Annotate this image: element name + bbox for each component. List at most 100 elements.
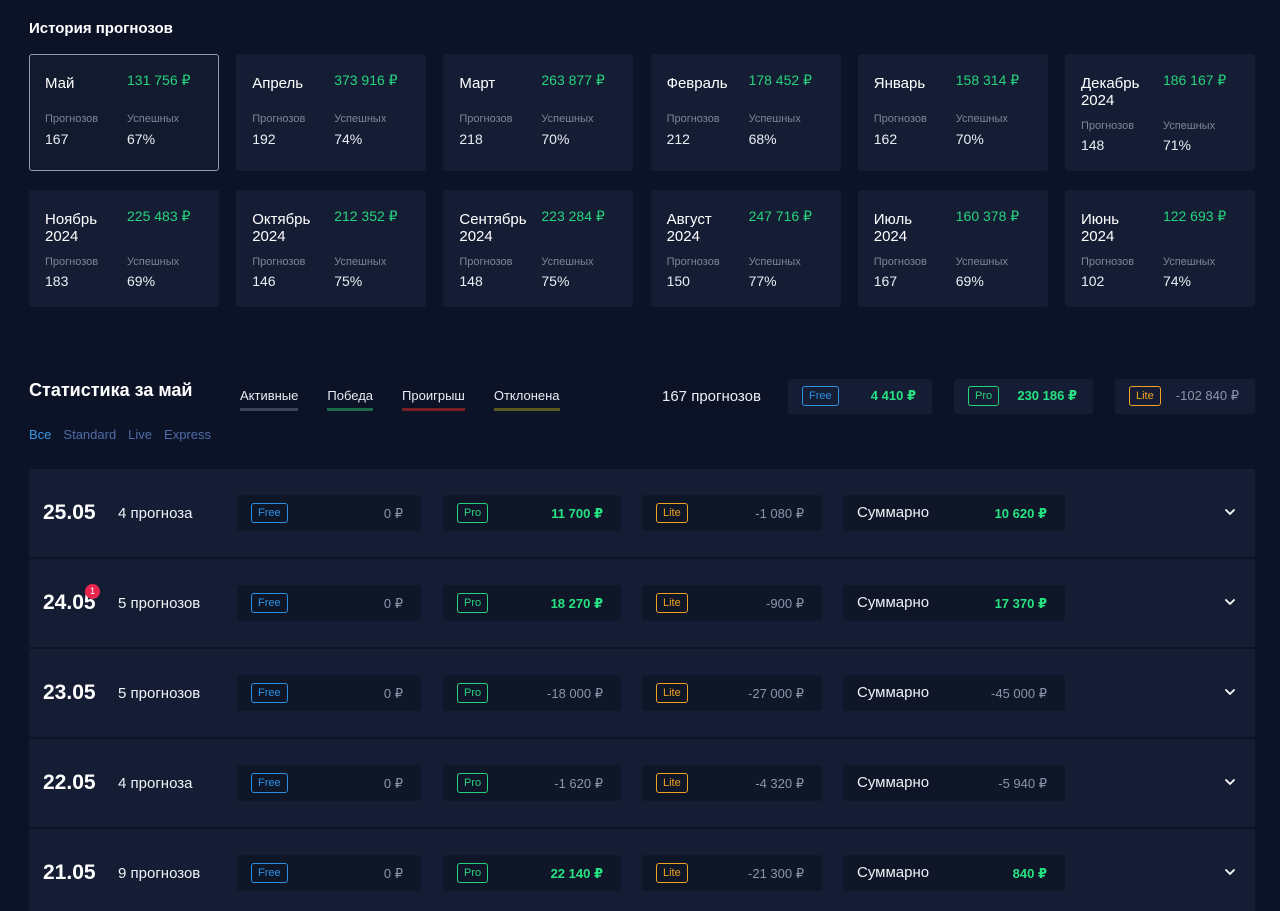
success-label: Успешных (748, 256, 801, 268)
month-name: Декабрь 2024 (1080, 75, 1140, 109)
lite-amount: -1 080 ₽ (755, 506, 804, 521)
month-card[interactable]: Ноябрь 2024 225 483 ₽ Прогнозов Успешных 183… (29, 190, 219, 307)
month-card[interactable]: Сентябрь 2024 223 284 ₽ Прогнозов Успешных 1… (443, 190, 634, 307)
status-filter[interactable]: Победа (327, 388, 374, 411)
month-amount: 158 314 ₽ (955, 72, 1020, 88)
day-forecast-count: 9 прогнозов (118, 865, 201, 882)
summary-lite-amount: -102 840 ₽ (1175, 388, 1239, 403)
lite-result: Lite -21 300 ₽ (642, 855, 822, 891)
total-label: Суммарно (857, 774, 930, 791)
month-card[interactable]: Октябрь 2024 212 352 ₽ Прогнозов Успешных 14… (236, 190, 427, 307)
forecasts-value: 146 (252, 273, 276, 289)
month-card[interactable]: Август 2024 247 716 ₽ Прогнозов Успешных 150… (650, 190, 841, 307)
total-result: Суммарно -45 000 ₽ (843, 675, 1065, 711)
summary-lite: Lite -102 840 ₽ (1115, 379, 1255, 414)
forecasts-label: Прогнозов (459, 256, 513, 268)
free-result: Free 0 ₽ (237, 495, 421, 531)
free-amount: 0 ₽ (383, 776, 403, 791)
pro-amount: -1 620 ₽ (554, 776, 603, 791)
total-label: Суммарно (857, 864, 930, 881)
day-row[interactable]: 21.05 9 прогнозов Free 0 ₽ Pro 22 140 ₽ Lite -2… (29, 829, 1255, 911)
month-card[interactable]: Июль 2024 160 378 ₽ Прогнозов Успешных 167 69… (857, 190, 1048, 307)
day-row[interactable]: 22.05 4 прогноза Free 0 ₽ Pro -1 620 ₽ Lite -4 … (29, 739, 1255, 827)
total-amount: 10 620 ₽ (994, 506, 1047, 521)
forecast-count: 167 прогнозов (662, 388, 761, 405)
free-result: Free 0 ₽ (237, 585, 421, 621)
chevron-down-icon[interactable] (1223, 865, 1237, 879)
day-row[interactable]: 23.05 5 прогнозов Free 0 ₽ Pro -18 000 ₽ Lite -… (29, 649, 1255, 737)
status-filter[interactable]: Проигрыш (402, 388, 465, 411)
success-label: Успешных (955, 256, 1008, 268)
free-badge: Free (251, 773, 288, 793)
month-amount: 186 167 ₽ (1162, 72, 1227, 88)
total-result: Суммарно 840 ₽ (843, 855, 1065, 891)
pro-badge: Pro (457, 773, 489, 793)
status-filter[interactable]: Отклонена (493, 388, 560, 411)
tab-standard[interactable]: Standard (63, 427, 116, 442)
summary-free-amount: 4 410 ₽ (870, 388, 916, 403)
success-value: 68% (748, 131, 777, 147)
chevron-down-icon[interactable] (1223, 595, 1237, 609)
pro-result: Pro -1 620 ₽ (443, 765, 621, 801)
day-forecast-count: 5 прогнозов (118, 595, 201, 612)
month-card[interactable]: Февраль 178 452 ₽ Прогнозов Успешных 212 68% (650, 54, 841, 171)
month-amount: 212 352 ₽ (334, 208, 398, 224)
day-row[interactable]: 24.05 5 прогнозов 1 Free 0 ₽ Pro 18 270 ₽ Lite -… (29, 559, 1255, 647)
tab-express[interactable]: Express (164, 427, 211, 442)
history-title: История прогнозов (29, 20, 173, 37)
chevron-down-icon[interactable] (1223, 685, 1237, 699)
free-amount: 0 ₽ (383, 506, 403, 521)
forecasts-label: Прогнозов (45, 256, 99, 268)
success-label: Успешных (127, 113, 180, 125)
success-label: Успешных (1162, 256, 1216, 268)
status-filter[interactable]: Активные (240, 388, 299, 411)
month-card[interactable]: Март 263 877 ₽ Прогнозов Успешных 218 70% (443, 54, 634, 171)
forecasts-label: Прогнозов (873, 256, 927, 268)
chevron-down-icon[interactable] (1223, 775, 1237, 789)
day-date: 25.05 (43, 501, 96, 524)
forecasts-label: Прогнозов (1080, 120, 1135, 132)
month-amount: 178 452 ₽ (748, 72, 812, 88)
free-result: Free 0 ₽ (237, 855, 421, 891)
month-card[interactable]: Апрель 373 916 ₽ Прогнозов Успешных 192 74% (236, 54, 427, 171)
forecasts-label: Прогнозов (252, 113, 306, 125)
pro-amount: 22 140 ₽ (550, 866, 603, 881)
success-label: Успешных (334, 256, 387, 268)
month-name: Март (459, 75, 496, 92)
month-card[interactable]: Декабрь 2024 186 167 ₽ Прогнозов Успешных 14… (1064, 54, 1255, 171)
forecasts-label: Прогнозов (666, 113, 720, 125)
lite-result: Lite -1 080 ₽ (642, 495, 822, 531)
total-result: Суммарно 17 370 ₽ (843, 585, 1065, 621)
tab-все[interactable]: Все (29, 427, 51, 442)
total-result: Суммарно -5 940 ₽ (843, 765, 1065, 801)
lite-result: Lite -900 ₽ (642, 585, 822, 621)
forecasts-label: Прогнозов (459, 113, 513, 125)
tab-live[interactable]: Live (128, 427, 152, 442)
total-amount: -45 000 ₽ (991, 686, 1047, 701)
chevron-down-icon[interactable] (1223, 505, 1237, 519)
pro-badge: Pro (457, 503, 489, 523)
pro-amount: 18 270 ₽ (550, 596, 603, 611)
day-row[interactable]: 25.05 4 прогноза Free 0 ₽ Pro 11 700 ₽ Lite -1 … (29, 469, 1255, 557)
month-name: Январь (873, 75, 926, 92)
type-tabs: Все Standard Live Express (29, 427, 211, 442)
forecasts-value: 148 (1080, 137, 1105, 153)
forecasts-value: 183 (45, 273, 69, 289)
lite-badge: Lite (656, 593, 688, 613)
forecasts-value: 167 (873, 273, 898, 289)
month-card[interactable]: Июнь 2024 122 693 ₽ Прогнозов Успешных 102 74… (1064, 190, 1255, 307)
success-value: 74% (334, 131, 363, 147)
forecasts-label: Прогнозов (873, 113, 927, 125)
month-card[interactable]: Январь 158 314 ₽ Прогнозов Успешных 162 70% (857, 54, 1048, 171)
success-value: 77% (748, 273, 777, 289)
free-result: Free 0 ₽ (237, 765, 421, 801)
success-value: 70% (955, 131, 984, 147)
month-name: Апрель (252, 75, 304, 92)
total-amount: 17 370 ₽ (994, 596, 1047, 611)
forecasts-label: Прогнозов (1080, 256, 1135, 268)
pro-badge: Pro (457, 593, 489, 613)
month-card[interactable]: Май 131 756 ₽ Прогнозов Успешных 167 67% (29, 54, 219, 171)
free-badge: Free (802, 386, 839, 406)
lite-badge: Lite (656, 683, 688, 703)
month-amount: 373 916 ₽ (334, 72, 398, 88)
